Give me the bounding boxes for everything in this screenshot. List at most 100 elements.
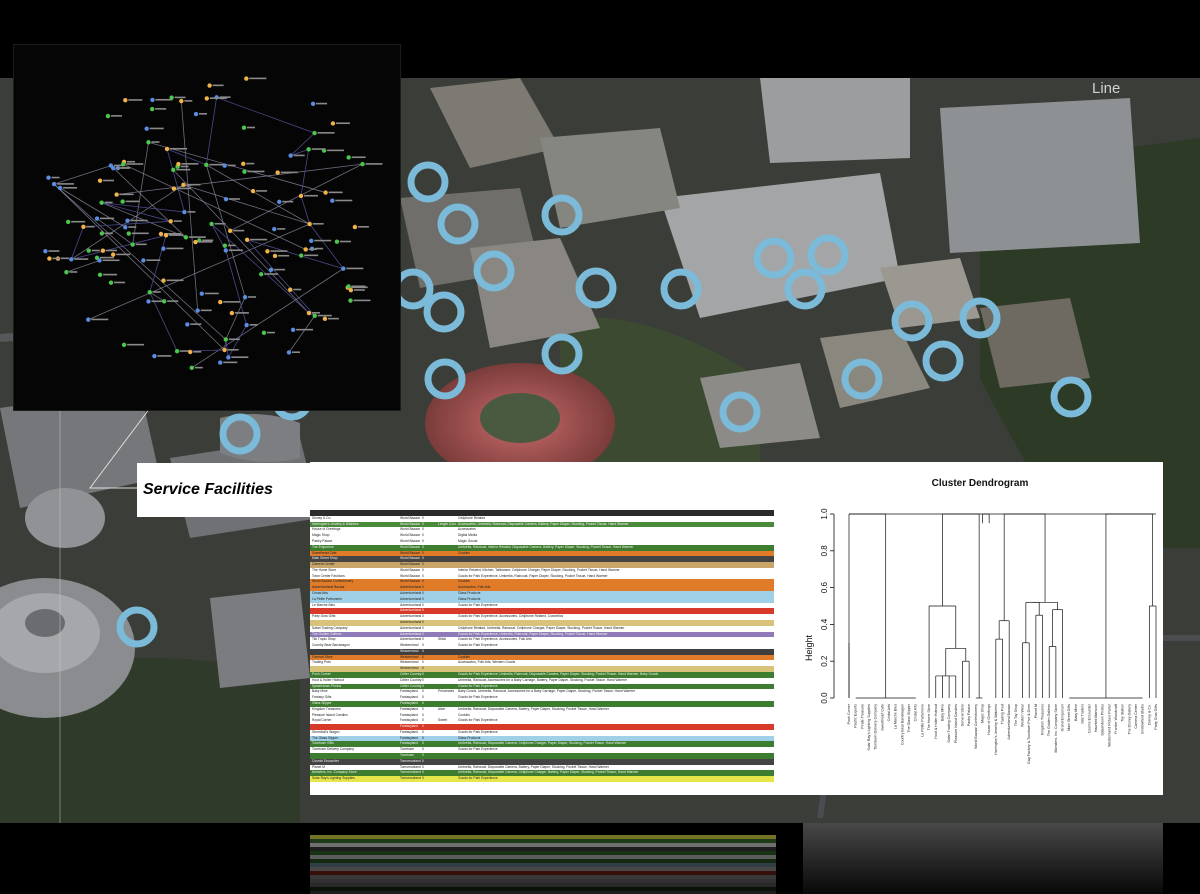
- network-node-label: [291, 351, 300, 354]
- dendrogram-title: Cluster Dendrogram: [932, 478, 1029, 489]
- network-node: [97, 178, 103, 183]
- dendrogram-leaf-label: Main Street Gifts: [1067, 704, 1071, 731]
- network-node: [51, 181, 57, 187]
- building-roof-top: [760, 78, 910, 163]
- network-node-label: [247, 126, 256, 129]
- network-node-label: [198, 241, 213, 243]
- floor-reflection: [0, 823, 1200, 894]
- network-node-label: [365, 163, 383, 165]
- dendrogram-leaf-label: Baby Mine: [940, 704, 944, 721]
- network-node: [141, 258, 146, 263]
- network-node: [43, 249, 48, 254]
- network-node-label: [57, 183, 75, 185]
- network-node: [163, 233, 169, 238]
- network-node-label: [114, 281, 126, 284]
- dendrogram-leaf-label: Baby Mine: [1074, 704, 1078, 721]
- dendrogram-leaf-label: Bristowfield Studio: [1141, 704, 1145, 734]
- dendrogram-leaf-label: Country Bear Bandwagon: [900, 704, 904, 745]
- network-node-label: [166, 279, 184, 282]
- network-node: [130, 242, 135, 247]
- network-node-label: [246, 162, 255, 165]
- network-node-label: [104, 201, 113, 204]
- network-node: [346, 155, 351, 160]
- network-node: [108, 163, 114, 168]
- dendrogram-leaf-label: World Bazaar Confectionery: [974, 704, 978, 749]
- dendrogram-leaf-label: Toontown Delivery Company: [874, 704, 878, 750]
- network-node-label: [127, 343, 145, 346]
- dendrogram-leaf-label: La Petite Parfumerie: [920, 704, 924, 737]
- dendrogram-leaf-label: Grand Emporium: [1061, 704, 1065, 731]
- network-node-label: [157, 355, 172, 357]
- network-node-label: [223, 361, 238, 364]
- network-node-label: [116, 167, 131, 169]
- service-facilities-caption: Service Facilities: [137, 463, 310, 517]
- dendrogram-leaf-label: General Store: [960, 704, 964, 726]
- network-node-label: [227, 348, 239, 351]
- network-node-label: [234, 312, 249, 314]
- network-node: [223, 196, 229, 202]
- network-node-label: [119, 193, 134, 196]
- dendrogram-leaf-label: Cosmic Encounter: [1087, 703, 1091, 733]
- network-node: [348, 287, 354, 293]
- network-node: [164, 146, 170, 152]
- network-node-label: [103, 273, 118, 276]
- network-node: [244, 322, 249, 328]
- dendrogram-leaf-label: Frontier Woodcraft: [1114, 704, 1118, 734]
- network-node: [193, 239, 198, 245]
- network-node-label: [248, 296, 257, 298]
- y-axis-tick-label: 1.0: [820, 508, 829, 520]
- network-node: [69, 257, 74, 262]
- dendrogram-leaf-label: Magic Shop: [980, 704, 984, 723]
- network-node-label: [353, 299, 371, 302]
- network-node: [244, 76, 249, 81]
- network-node-label: [99, 256, 114, 259]
- dendrogram-leaf-label: Kingdom Treasures: [1041, 704, 1045, 735]
- network-node-label: [128, 226, 137, 228]
- network-node: [179, 98, 184, 104]
- network-node-label: [249, 77, 267, 80]
- network-node: [193, 111, 199, 117]
- network-node: [250, 188, 256, 194]
- network-node: [352, 224, 358, 230]
- dendrogram-leaf-label: Star Traders: [1081, 704, 1085, 724]
- network-node: [174, 349, 180, 354]
- network-edge: [66, 260, 100, 273]
- network-node-label: [351, 285, 366, 288]
- network-node: [121, 342, 127, 348]
- dendrogram-leaf-label: Trading Post: [1001, 704, 1005, 724]
- network-node-label: [303, 194, 318, 197]
- network-node: [161, 278, 166, 283]
- network-node-label: [293, 154, 305, 157]
- network-node: [199, 291, 204, 296]
- network-node: [161, 299, 167, 304]
- network-node-label: [311, 312, 320, 314]
- network-node-label: [146, 259, 161, 262]
- network-node-label: [346, 267, 364, 270]
- network-node: [146, 299, 151, 304]
- network-node: [125, 218, 130, 223]
- network-node-label: [202, 239, 214, 242]
- network-node: [310, 101, 316, 106]
- dendrogram-leaf-label: Westernland Picture Parlor: [1107, 703, 1111, 747]
- network-node-label: [228, 198, 240, 200]
- network-node: [312, 313, 317, 318]
- dendrogram-leaf-label: Party Gras Gifts: [1154, 704, 1158, 730]
- network-node-label: [176, 187, 191, 190]
- network-node-label: [199, 113, 208, 115]
- table-cell-n: 0: [422, 776, 424, 781]
- network-node-label: [314, 239, 332, 242]
- network-node: [242, 169, 247, 174]
- network-edge: [53, 183, 225, 351]
- network-node: [182, 209, 187, 215]
- network-node-label: [135, 243, 147, 246]
- table-cell-name: Solar Ray's Lighting Supplies: [312, 776, 355, 781]
- dendrogram-y-axis-label: Height: [804, 634, 814, 661]
- network-node-label: [166, 247, 184, 250]
- network-node: [222, 243, 228, 248]
- network-node: [223, 248, 229, 253]
- network-node: [99, 231, 105, 236]
- network-node-label: [176, 168, 191, 171]
- network-node: [97, 272, 103, 277]
- network-node-label: [63, 186, 78, 189]
- table-cell-goods: Goods for Park Experience: [458, 776, 498, 781]
